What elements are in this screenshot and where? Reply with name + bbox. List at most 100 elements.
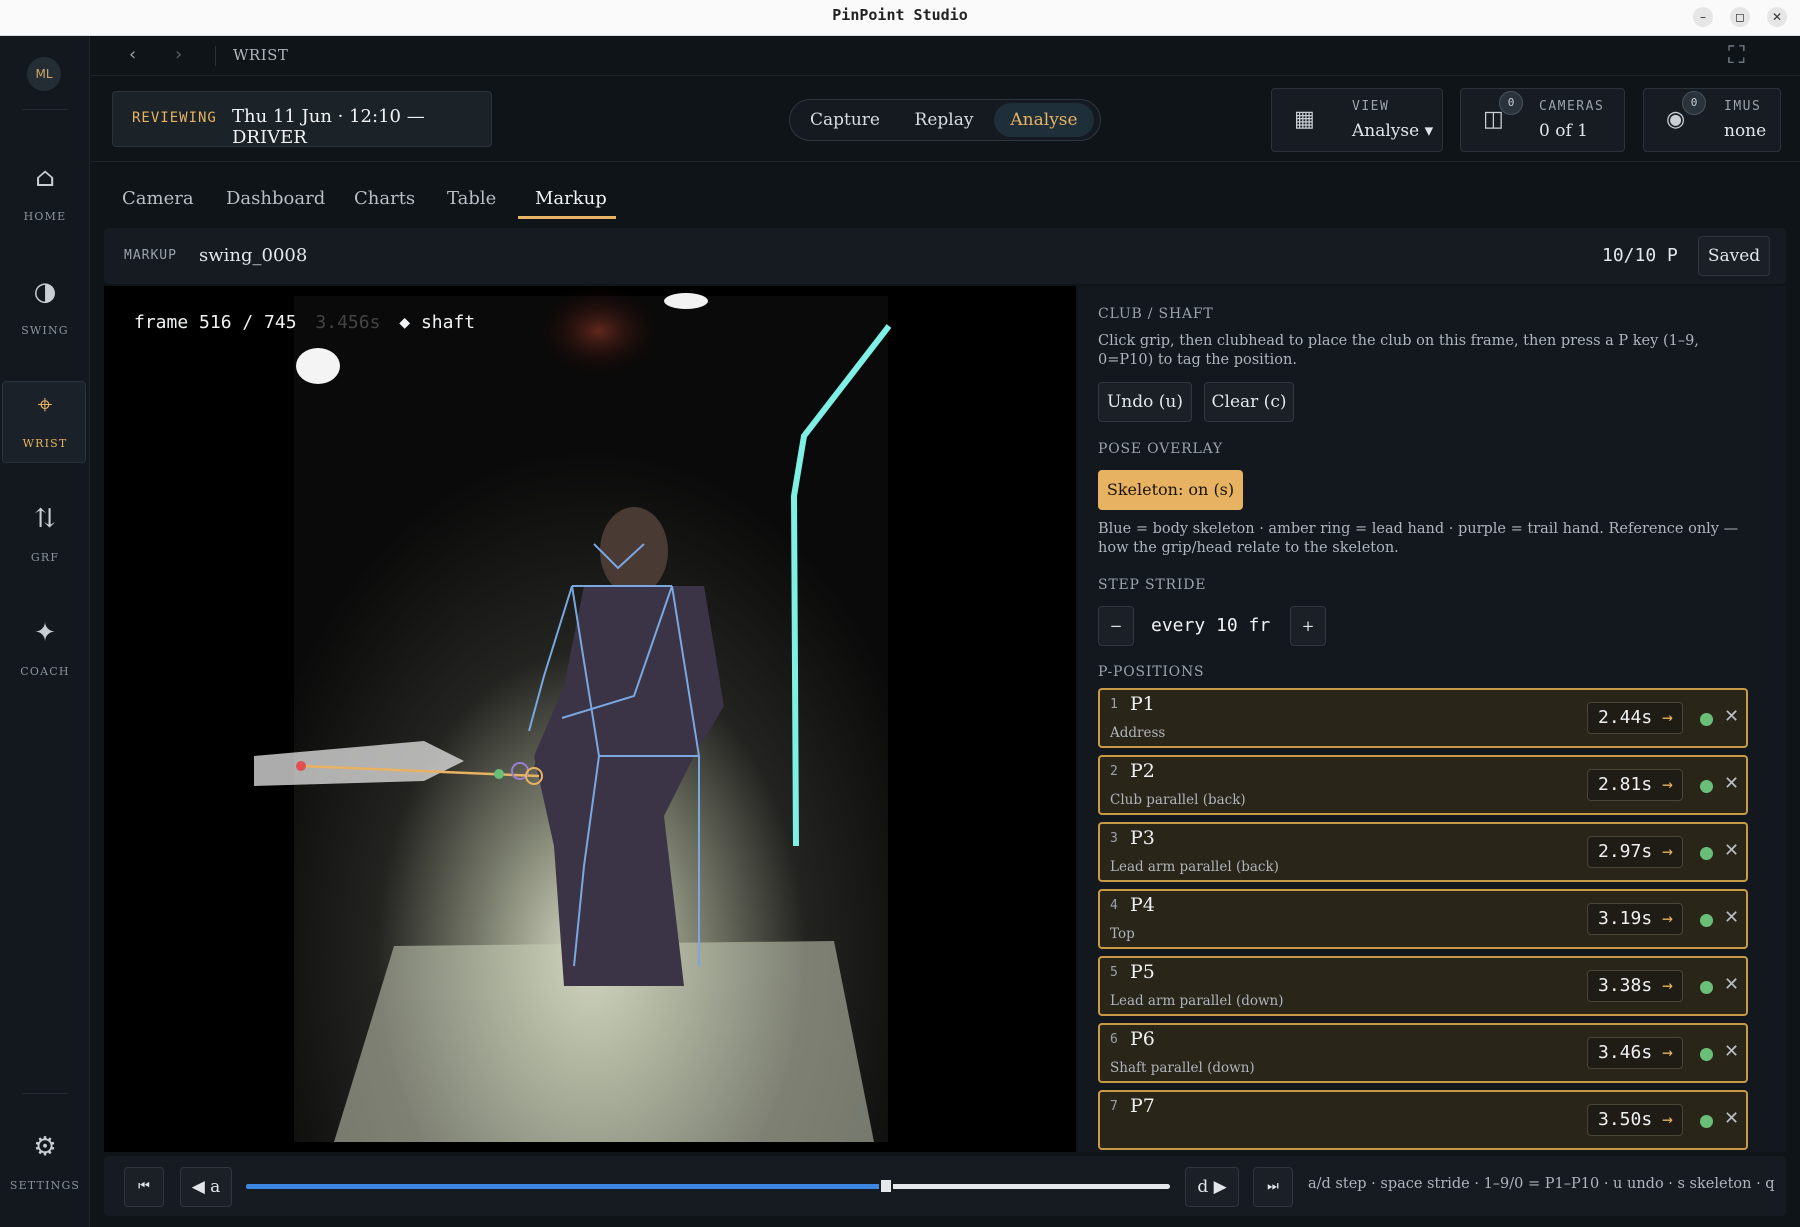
status-dot — [1700, 847, 1713, 860]
p-time: 2.81s — [1598, 774, 1653, 795]
p-position-row[interactable]: 5 P5 Lead arm parallel (down) 3.38s → ✕ — [1098, 956, 1748, 1016]
status-dot — [1700, 1115, 1713, 1128]
remove-icon[interactable]: ✕ — [1724, 907, 1739, 928]
markup-tag: MARKUP — [124, 248, 177, 263]
transport-bar: ⏮ ◀ a d ▶ ⏭ a/d step · space stride · 1–… — [104, 1156, 1786, 1216]
sidebar-divider — [22, 109, 68, 110]
p-number: 3 — [1110, 831, 1118, 846]
wall-light — [296, 348, 340, 384]
forward-icon[interactable]: › — [175, 44, 182, 65]
sidebar-item-coach[interactable]: ✦ COACH — [0, 597, 90, 697]
markup-header: MARKUP swing_0008 10/10 P Saved — [104, 228, 1786, 284]
p-time-button[interactable]: 2.44s → — [1587, 702, 1683, 734]
remove-icon[interactable]: ✕ — [1724, 974, 1739, 995]
video-frame — [254, 286, 892, 1142]
p-position-row[interactable]: 1 P1 Address 2.44s → ✕ — [1098, 688, 1748, 748]
sidebar-item-swing[interactable]: ◑ SWING — [0, 256, 90, 356]
sidebar-item-wrist[interactable]: ⌖ WRIST — [0, 369, 90, 469]
step-back-button[interactable]: ◀ a — [180, 1167, 232, 1207]
status-dot — [1700, 780, 1713, 793]
video-viewport[interactable]: frame 516 / 745 3.456s ◆ shaft — [104, 286, 1076, 1152]
mode-capture[interactable]: Capture — [796, 103, 894, 137]
frame-readout: frame 516 / 745 3.456s ◆ shaft — [134, 312, 475, 333]
sidebar-item-home[interactable]: ⌂ HOME — [0, 142, 90, 242]
markup-file: swing_0008 — [199, 245, 308, 266]
p-position-row[interactable]: 6 P6 Shaft parallel (down) 3.46s → ✕ — [1098, 1023, 1748, 1083]
p-name: P2 — [1130, 760, 1155, 782]
p-position-row[interactable]: 3 P3 Lead arm parallel (back) 2.97s → ✕ — [1098, 822, 1748, 882]
remove-icon[interactable]: ✕ — [1724, 1108, 1739, 1129]
sidebar-item-label: WRIST — [22, 437, 68, 450]
sidebar-item-label: HOME — [23, 210, 67, 223]
cameras-value: 0 of 1 — [1539, 121, 1588, 141]
last-frame-button[interactable]: ⏭ — [1253, 1167, 1293, 1207]
first-frame-button[interactable]: ⏮ — [124, 1167, 164, 1207]
step-forward-button[interactable]: d ▶ — [1185, 1167, 1239, 1207]
ppositions-section-title: P-POSITIONS — [1098, 664, 1205, 680]
arrow-right-icon: → — [1662, 1109, 1673, 1130]
sidebar-divider — [22, 1093, 68, 1094]
minimize-button[interactable]: – — [1693, 7, 1713, 27]
p-number: 7 — [1110, 1099, 1118, 1114]
p-position-row[interactable]: 7 P7 3.50s → ✕ — [1098, 1090, 1748, 1150]
p-position-row[interactable]: 4 P4 Top 3.19s → ✕ — [1098, 889, 1748, 949]
sidebar-item-label: SETTINGS — [9, 1179, 81, 1192]
skeleton-toggle[interactable]: Skeleton: on (s) — [1098, 470, 1243, 510]
undo-button[interactable]: Undo (u) — [1098, 382, 1192, 422]
sidebar-item-grf[interactable]: ⇅ GRF — [0, 483, 90, 583]
p-position-row[interactable]: 2 P2 Club parallel (back) 2.81s → ✕ — [1098, 755, 1748, 815]
remove-icon[interactable]: ✕ — [1724, 706, 1739, 727]
p-time-button[interactable]: 3.38s → — [1587, 970, 1683, 1002]
view-caption: VIEW — [1352, 99, 1390, 114]
p-label: Lead arm parallel (down) — [1110, 993, 1284, 1009]
imus-tile[interactable]: ◉ 0 IMUS none — [1643, 88, 1781, 152]
avatar[interactable]: ML — [27, 57, 61, 91]
reviewing-tag: REVIEWING — [132, 110, 217, 126]
stride-decrease-button[interactable]: − — [1098, 606, 1134, 646]
frame-counter: frame 516 / 745 — [134, 312, 297, 333]
p-number: 1 — [1110, 697, 1118, 712]
p-number: 5 — [1110, 965, 1118, 980]
timeline-scrubber[interactable] — [879, 1178, 894, 1194]
fullscreen-icon[interactable]: ⛶ — [1728, 41, 1745, 69]
tab-markup[interactable]: Markup — [535, 188, 607, 209]
breadcrumb-divider — [215, 46, 216, 66]
maximize-button[interactable]: ◻ — [1730, 7, 1750, 27]
tab-camera[interactable]: Camera — [122, 188, 194, 209]
saved-button[interactable]: Saved — [1698, 236, 1770, 276]
sidebar-item-settings[interactable]: ⚙ SETTINGS — [0, 1111, 90, 1211]
timeline-track[interactable] — [246, 1178, 1170, 1194]
stride-increase-button[interactable]: + — [1290, 606, 1326, 646]
club-section-title: CLUB / SHAFT — [1098, 306, 1214, 322]
arrows-updown-icon: ⇅ — [34, 504, 56, 534]
p-time-button[interactable]: 3.19s → — [1587, 903, 1683, 935]
mode-replay[interactable]: Replay — [894, 103, 994, 137]
back-icon[interactable]: ‹ — [129, 44, 136, 65]
imu-icon: ◉ — [1666, 107, 1686, 132]
arrow-right-icon: → — [1662, 1042, 1673, 1063]
p-time-button[interactable]: 3.46s → — [1587, 1037, 1683, 1069]
p-time-button[interactable]: 3.50s → — [1587, 1104, 1683, 1136]
view-tile[interactable]: ▦ VIEW Analyse ▾ — [1271, 88, 1443, 152]
tab-table[interactable]: Table — [447, 188, 496, 209]
tab-dashboard[interactable]: Dashboard — [226, 188, 325, 209]
golfer-head — [600, 507, 668, 595]
mode-analyse[interactable]: Analyse — [994, 103, 1094, 137]
tab-charts[interactable]: Charts — [354, 188, 415, 209]
p-time-button[interactable]: 2.81s → — [1587, 769, 1683, 801]
remove-icon[interactable]: ✕ — [1724, 1041, 1739, 1062]
p-label: Shaft parallel (down) — [1110, 1060, 1255, 1076]
remove-icon[interactable]: ✕ — [1724, 840, 1739, 861]
cameras-tile[interactable]: ◫ 0 CAMERAS 0 of 1 — [1460, 88, 1625, 152]
sidebar: ML ⌂ HOME ◑ SWING ⌖ WRIST ⇅ GRF ✦ COACH … — [0, 36, 90, 1227]
arrow-right-icon: → — [1662, 975, 1673, 996]
remove-icon[interactable]: ✕ — [1724, 773, 1739, 794]
close-button[interactable]: ✕ — [1767, 7, 1787, 27]
clubhead-marker — [296, 761, 306, 771]
p-name: P1 — [1130, 693, 1155, 715]
breadcrumb-current: WRIST — [233, 46, 289, 64]
sidebar-item-label: GRF — [30, 551, 60, 564]
imus-caption: IMUS — [1724, 99, 1762, 114]
clear-button[interactable]: Clear (c) — [1204, 382, 1294, 422]
p-time-button[interactable]: 2.97s → — [1587, 836, 1683, 868]
